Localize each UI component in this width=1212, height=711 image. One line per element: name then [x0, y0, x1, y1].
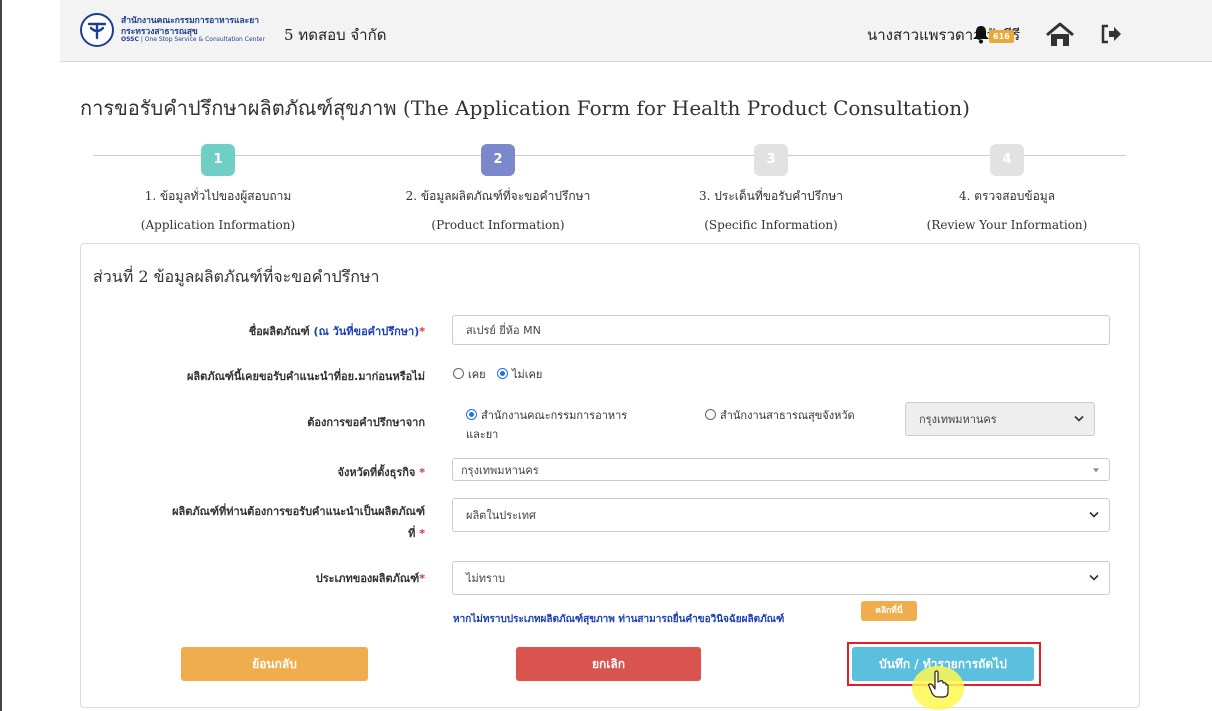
cancel-button[interactable]: ยกเลิก: [516, 647, 701, 681]
wizard-step-4-sublabel: (Review Your Information): [926, 218, 1088, 232]
hand-cursor-icon: [928, 670, 950, 702]
radio-previously-yes[interactable]: เคย: [453, 365, 486, 383]
chevron-down-icon: [1074, 415, 1084, 422]
notification-badge[interactable]: 616: [989, 30, 1014, 43]
radio-consult-provincial[interactable]: สำนักงานสาธารณสุขจังหวัด: [705, 406, 855, 424]
wizard-step-1-label: 1. ข้อมูลทั่วไปของผู้สอบถาม: [144, 189, 292, 203]
section-title: ส่วนที่ 2 ข้อมูลผลิตภัณฑ์ที่จะขอคำปรึกษา: [93, 267, 380, 286]
province-select[interactable]: กรุงเทพมหานคร: [905, 402, 1095, 436]
logout-icon[interactable]: [1100, 24, 1122, 48]
wizard-step-3-label: 3. ประเด็นที่ขอรับคำปรึกษา: [699, 189, 843, 203]
wizard-step-3-sublabel: (Specific Information): [704, 218, 838, 232]
logo-emblem-icon: [80, 13, 114, 47]
back-button[interactable]: ย้อนกลับ: [181, 647, 368, 681]
top-navbar: สำนักงานคณะกรรมการอาหารและยา กระทรวงสาธา…: [60, 0, 1212, 62]
business-province-label: จังหวัดที่ตั้งธุรกิจ *: [337, 466, 426, 479]
page-title: การขอรับคำปรึกษาผลิตภัณฑ์สุขภาพ (The App…: [80, 96, 970, 120]
wizard-step-4-label: 4. ตรวจสอบข้อมูล: [958, 189, 1056, 203]
wizard-step-4-number[interactable]: 4: [990, 144, 1024, 176]
wizard-step-2-label: 2. ข้อมูลผลิตภัณฑ์ที่จะขอคำปรึกษา: [405, 189, 591, 203]
product-name-label: ชื่อผลิตภัณฑ์ (ณ วันที่ขอคำปรึกษา)*: [248, 325, 425, 338]
radio-previously-no[interactable]: ไม่เคย: [497, 365, 542, 383]
product-type-label: ประเภทของผลิตภัณฑ์*: [315, 572, 425, 585]
chevron-down-icon: [1089, 574, 1099, 581]
chevron-down-icon: [1089, 511, 1099, 518]
previously-advised-label: ผลิตภัณฑ์นี้เคยขอรับคำแนะนำที่อย.มาก่อนห…: [186, 370, 425, 383]
company-name: 5 ทดสอบ จำกัด: [284, 26, 387, 44]
wizard-step-3-number[interactable]: 3: [754, 144, 788, 176]
radio-consult-fda[interactable]: สำนักงานคณะกรรมการอาหาร: [466, 406, 627, 424]
product-origin-label: ผลิตภัณฑ์ที่ท่านต้องการขอรับคำแนะนำเป็นผ…: [172, 505, 425, 540]
dropdown-arrow-icon: [1093, 467, 1099, 472]
product-type-hint: หากไม่ทราบประเภทผลิตภัณฑ์สุขภาพ ท่านสามา…: [453, 614, 785, 625]
wizard-step-2-number[interactable]: 2: [481, 144, 515, 176]
radio-consult-fda-line2: และยา: [466, 428, 499, 441]
click-here-button[interactable]: คลิกที่นี่: [861, 601, 917, 621]
business-province-select[interactable]: กรุงเทพมหานคร: [452, 458, 1110, 481]
wizard-progress-line: [93, 155, 1126, 156]
consult-from-label: ต้องการขอคำปรึกษาจาก: [307, 416, 425, 429]
wizard-step-1-number[interactable]: 1: [201, 144, 235, 176]
wizard-step-1-sublabel: (Application Information): [140, 218, 296, 232]
ossc-logo[interactable]: สำนักงานคณะกรรมการอาหารและยา กระทรวงสาธา…: [80, 11, 280, 51]
product-origin-select[interactable]: ผลิตในประเทศ: [452, 498, 1110, 532]
home-icon[interactable]: [1045, 22, 1075, 52]
product-type-select[interactable]: ไม่ทราบ: [452, 561, 1110, 595]
product-name-input[interactable]: สเปรย์ ยี่ห้อ MN: [452, 315, 1110, 345]
bell-icon[interactable]: [971, 24, 991, 46]
wizard-step-2-sublabel: (Product Information): [431, 218, 565, 232]
logo-text-ossc: OSSC | One Stop Service & Consultation C…: [121, 36, 265, 43]
